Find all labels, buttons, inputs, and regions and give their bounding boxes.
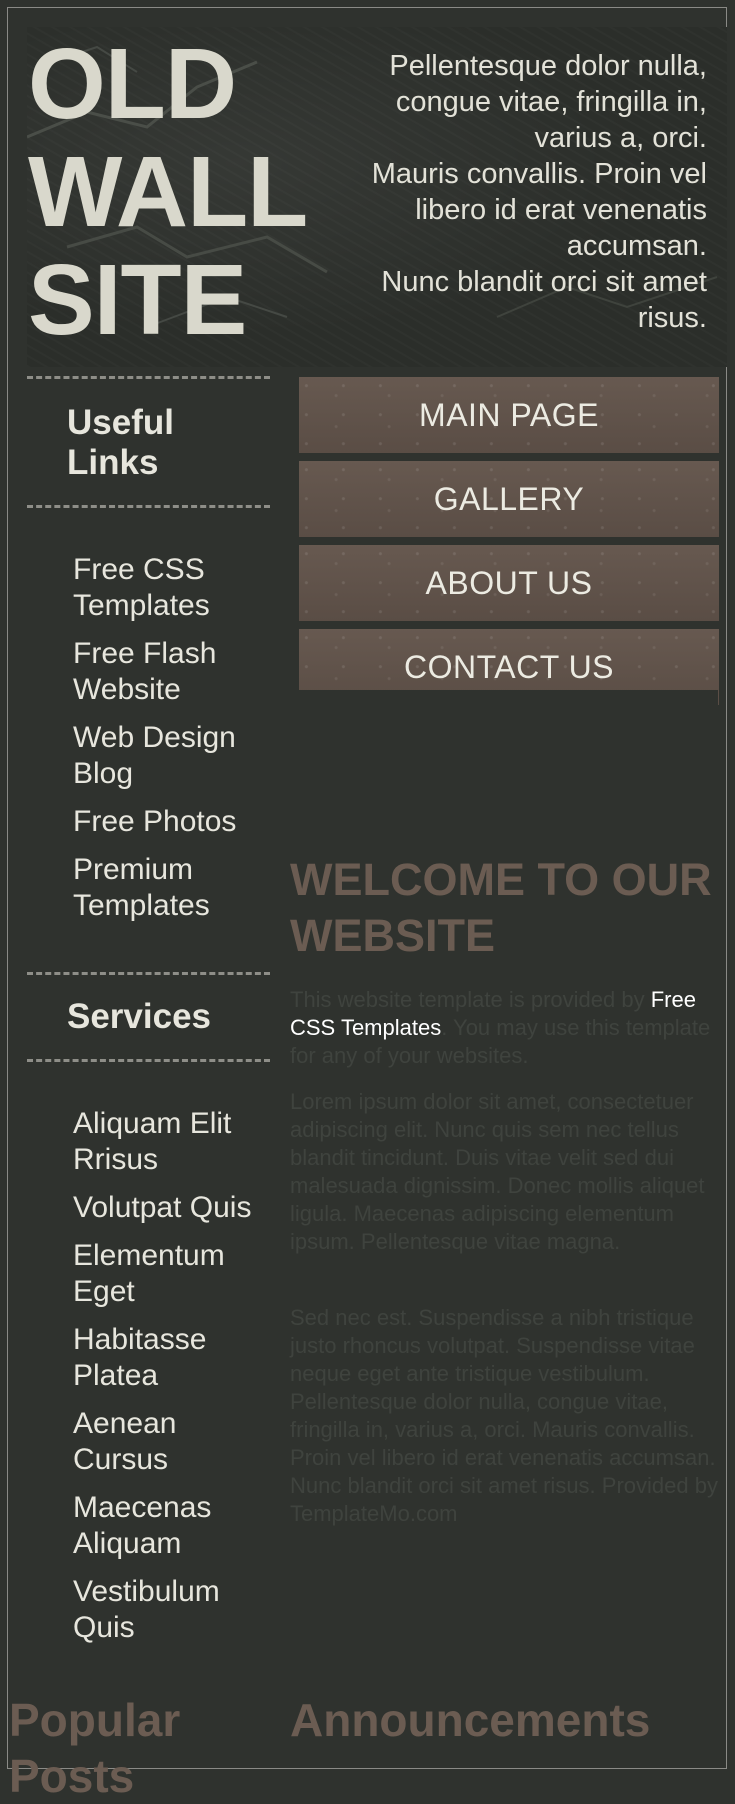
useful-links-heading: Useful Links xyxy=(27,376,270,508)
tagline-sentence: Mauris convallis. Proin vel libero id er… xyxy=(371,158,707,262)
service-item[interactable]: Aliquam Elit Rrisus xyxy=(73,1106,273,1178)
intro-paragraph: This website template is provided by Fre… xyxy=(290,986,720,1070)
useful-links-list: Free CSS Templates Free Flash Website We… xyxy=(73,552,273,936)
useful-link-item[interactable]: Free Photos xyxy=(73,804,273,840)
useful-link-item[interactable]: Free CSS Templates xyxy=(73,552,273,624)
nav-about-us-button[interactable]: ABOUT US xyxy=(299,545,719,621)
useful-link-item[interactable]: Free Flash Website xyxy=(73,636,273,708)
site-title-line: OLD xyxy=(28,28,237,140)
main-navigation: MAIN PAGE GALLERY ABOUT US CONTACT US xyxy=(299,377,719,713)
useful-links-heading-text: Useful Links xyxy=(67,403,174,482)
nav-gallery-button[interactable]: GALLERY xyxy=(299,461,719,537)
nav-main-page-button[interactable]: MAIN PAGE xyxy=(299,377,719,453)
service-item[interactable]: Aenean Cursus xyxy=(73,1406,273,1478)
body-paragraph: Lorem ipsum dolor sit amet, consectetuer… xyxy=(290,1089,705,1254)
intro-text: This website template is provided by xyxy=(290,987,651,1012)
service-item[interactable]: Volutpat Quis xyxy=(73,1190,273,1226)
services-list: Aliquam Elit Rrisus Volutpat Quis Elemen… xyxy=(73,1106,273,1658)
body-paragraph: Sed nec est. Suspendisse a nibh tristiqu… xyxy=(290,1305,718,1526)
popular-posts-heading: Popular Posts xyxy=(9,1694,181,1802)
useful-link-item[interactable]: Web Design Blog xyxy=(73,720,273,792)
tagline-sentence: Nunc blandit orci sit amet risus. xyxy=(381,266,707,334)
site-title-line: SITE xyxy=(28,244,247,356)
service-item[interactable]: Habitasse Platea xyxy=(73,1322,273,1394)
service-item[interactable]: Maecenas Aliquam xyxy=(73,1490,273,1562)
services-heading-text: Services xyxy=(67,997,212,1036)
useful-link-item[interactable]: Premium Templates xyxy=(73,852,273,924)
service-item[interactable]: Vestibulum Quis xyxy=(73,1574,273,1646)
site-title: OLD WALL SITE xyxy=(28,30,318,354)
service-item[interactable]: Elementum Eget xyxy=(73,1238,273,1310)
announcements-heading: Announcements xyxy=(290,1694,651,1746)
services-heading: Services xyxy=(27,972,270,1062)
header-tagline: Pellentesque dolor nulla, congue vitae, … xyxy=(330,48,707,336)
tagline-sentence: Pellentesque dolor nulla, congue vitae, … xyxy=(389,50,707,154)
site-title-line: WALL xyxy=(28,136,308,248)
welcome-heading: WELCOME TO OUR WEBSITE xyxy=(290,854,712,961)
